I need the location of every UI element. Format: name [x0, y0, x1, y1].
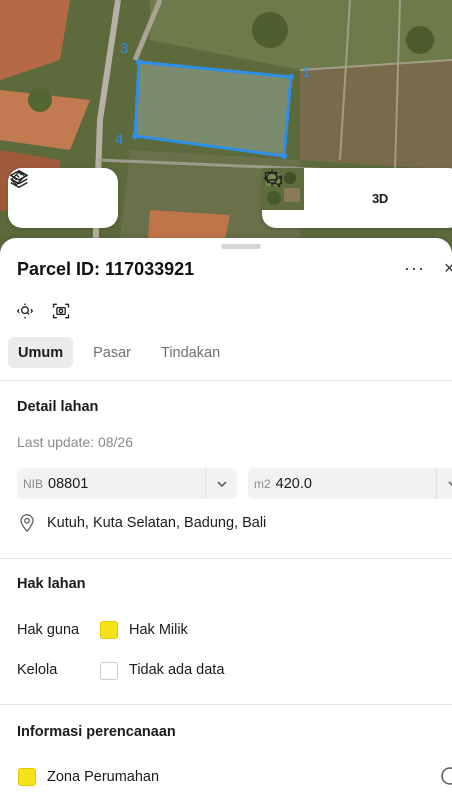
- vertex-label: 4: [115, 131, 123, 148]
- parcel-tools: [14, 300, 72, 322]
- drag-handle[interactable]: [221, 244, 261, 249]
- vertex-label: 1: [302, 64, 310, 81]
- map-tools-group: [8, 168, 118, 228]
- area-value: 420.0: [275, 475, 312, 492]
- screenshot-icon[interactable]: [50, 300, 72, 322]
- zoom-to-parcel-icon[interactable]: [14, 300, 36, 322]
- address: Kutuh, Kuta Selatan, Badung, Bali: [47, 515, 267, 531]
- rights-label-hak-guna: Hak guna: [17, 622, 80, 638]
- tab-pasar[interactable]: Pasar: [83, 337, 141, 368]
- tab-umum[interactable]: Umum: [8, 337, 74, 368]
- vertex-label: 3: [120, 40, 128, 57]
- crosshair-icon[interactable]: [263, 169, 358, 214]
- parcel-title: Parcel ID: 117033921: [17, 259, 195, 279]
- divider: [0, 380, 452, 381]
- rights-value-kelola: Tidak ada data: [129, 662, 225, 678]
- color-swatch: [18, 768, 36, 786]
- chevron-down-icon[interactable]: [205, 468, 237, 499]
- divider: [0, 558, 452, 559]
- parcel-detail-sheet: Parcel ID: 117033921 ··· × Umum Pasar Ti…: [0, 238, 452, 804]
- tab-bar: Umum Pasar Tindakan: [8, 337, 234, 368]
- nib-field[interactable]: NIB 08801: [17, 468, 237, 499]
- map-view-group: 3D: [262, 168, 452, 228]
- chevron-down-icon[interactable]: [436, 468, 452, 499]
- section-title-detail: Detail lahan: [17, 399, 99, 415]
- area-field[interactable]: m2 420.0: [248, 468, 452, 499]
- nib-value: 08801: [48, 475, 89, 492]
- color-swatch: [100, 621, 118, 639]
- 3d-mode-button[interactable]: 3D: [372, 191, 388, 206]
- section-title-planning: Informasi perencanaan: [17, 724, 176, 740]
- ruler-draw-icon[interactable]: [10, 170, 103, 214]
- zone-label: Zona Perumahan: [47, 769, 160, 785]
- tab-tindakan[interactable]: Tindakan: [151, 337, 230, 368]
- divider: [0, 704, 452, 705]
- more-options-button[interactable]: ···: [404, 258, 425, 279]
- color-swatch: [100, 662, 118, 680]
- location-pin-icon: [17, 513, 37, 533]
- nib-prefix: NIB: [23, 476, 44, 491]
- info-icon[interactable]: [440, 766, 452, 786]
- area-prefix: m2: [254, 476, 271, 491]
- chat-icon[interactable]: [264, 171, 434, 214]
- rights-label-kelola: Kelola: [17, 662, 58, 678]
- satellite-map[interactable]: 3 4 1 3D: [0, 0, 452, 260]
- rights-value-hak-guna: Hak Milik: [129, 622, 188, 638]
- last-update: Last update: 08/26: [17, 434, 133, 450]
- section-title-rights: Hak lahan: [17, 576, 86, 592]
- close-button[interactable]: ×: [444, 258, 452, 279]
- layers-icon[interactable]: [10, 170, 56, 214]
